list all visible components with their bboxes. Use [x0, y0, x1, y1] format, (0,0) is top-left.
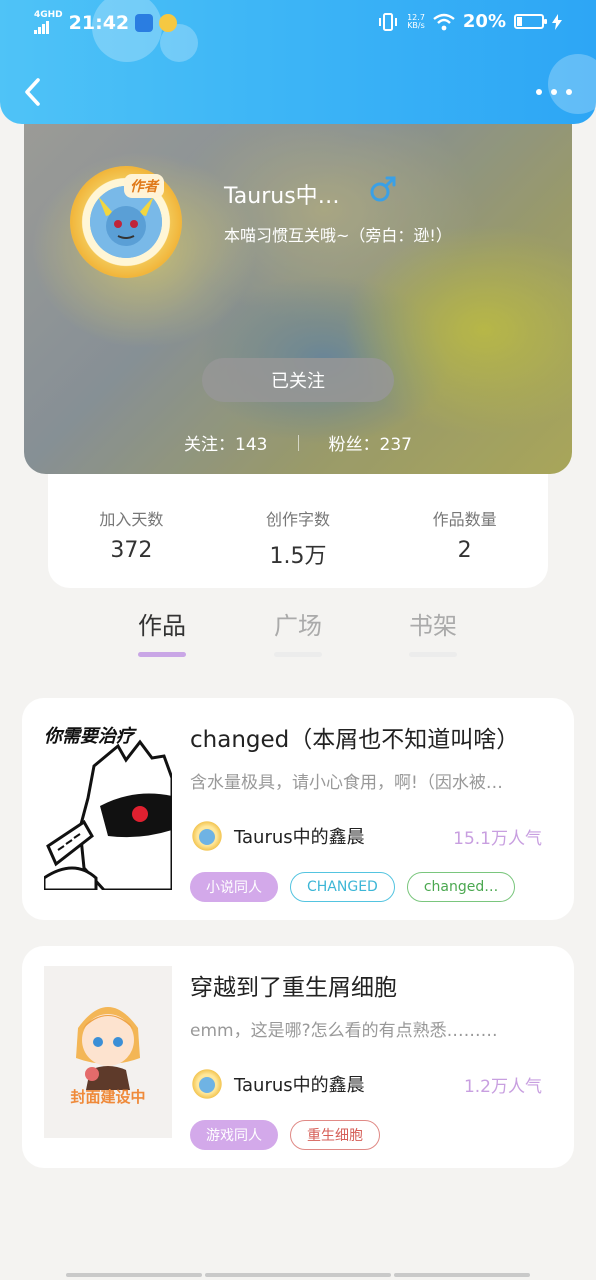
work-author[interactable]: Taurus中的鑫晨 15.1万人气 [190, 818, 542, 854]
author-avatar [190, 819, 224, 853]
work-author[interactable]: Taurus中的鑫晨 1.2万人气 [190, 1066, 542, 1102]
user-name: Taurus中… [224, 184, 340, 209]
tab-bookshelf[interactable]: 书架 [393, 606, 473, 657]
tab-bar: 作品 广场 书架 [0, 606, 596, 666]
author-name: Taurus中的鑫晨 [234, 827, 365, 848]
stat-days: 加入天数 372 [99, 510, 164, 563]
cover-placeholder-illustration [76, 1007, 140, 1090]
tag-list: 小说同人 CHANGED changed… [190, 872, 516, 902]
more-button[interactable] [536, 80, 572, 104]
tab-indicator [138, 652, 186, 657]
tag-list: 游戏同人 重生细胞 [190, 1120, 380, 1150]
home-indicator[interactable] [66, 1273, 202, 1277]
work-title[interactable]: changed（本屑也不知道叫啥） [190, 720, 519, 754]
more-dot-icon [536, 89, 542, 95]
cellular-signal-icon: 4GHD [34, 11, 63, 34]
battery-percent: 20% [462, 11, 506, 32]
work-card[interactable]: 封面建设中 穿越到了重生屑细胞 emm，这是哪?怎么看的有点熟悉……… Taur… [22, 946, 574, 1168]
tab-square[interactable]: 广场 [258, 606, 338, 657]
wifi-icon [433, 13, 455, 30]
work-cover[interactable]: 封面建设中 [44, 966, 172, 1138]
work-title[interactable]: 穿越到了重生屑细胞 [190, 968, 397, 1002]
more-dot-icon [566, 89, 572, 95]
popularity-count: 15.1万人气 [453, 828, 542, 849]
network-speed: 12.7 KB/s [407, 12, 425, 30]
vibrate-icon [379, 12, 398, 31]
tag-chip[interactable]: 游戏同人 [190, 1120, 278, 1150]
work-description: emm，这是哪?怎么看的有点熟悉……… [190, 1021, 498, 1041]
stats-card: 加入天数 372 创作字数 1.5万 作品数量 2 [48, 470, 548, 588]
status-bar: 4GHD 21:42 12.7 KB/s 20% [0, 8, 596, 38]
followers-count[interactable]: 粉丝：237 [329, 430, 412, 455]
following-count[interactable]: 关注：143 [184, 430, 267, 455]
home-indicator[interactable] [205, 1273, 391, 1277]
battery-icon [514, 14, 547, 29]
back-button[interactable] [18, 74, 50, 110]
chevron-left-icon [25, 78, 40, 106]
home-indicator[interactable] [394, 1273, 530, 1277]
work-cover[interactable]: 你需要治疗 [44, 718, 172, 890]
tag-chip[interactable]: changed… [406, 872, 516, 902]
author-avatar [190, 1067, 224, 1101]
charging-icon [552, 13, 562, 30]
cover-placeholder-text: 封面建设中 [70, 1088, 146, 1106]
author-badge: 作者 [124, 174, 164, 198]
tab-indicator [409, 652, 457, 657]
work-description: 含水量极具，请小心食用，啊!（因水被… [190, 773, 503, 793]
stat-works: 作品数量 2 [432, 510, 497, 563]
cover-title: 你需要治疗 [44, 726, 134, 747]
network-type: 4GHD [34, 10, 63, 20]
divider [297, 434, 299, 451]
avatar[interactable]: 作者 [66, 160, 186, 280]
clock: 21:42 [68, 11, 130, 34]
emoji-notification-icon [159, 13, 178, 32]
tag-chip[interactable]: 小说同人 [190, 872, 278, 902]
tab-indicator [274, 652, 322, 657]
profile-card: 作者 Taurus中… 本喵习惯互关哦~（旁白：逊!） 已关注 关注：143 粉… [24, 100, 572, 474]
follow-stats: 关注：143 粉丝：237 [24, 430, 572, 455]
follow-button[interactable]: 已关注 [202, 358, 394, 402]
male-icon [370, 176, 396, 202]
popularity-count: 1.2万人气 [463, 1076, 542, 1097]
user-bio: 本喵习惯互关哦~（旁白：逊!） [224, 226, 452, 245]
author-name: Taurus中的鑫晨 [234, 1075, 365, 1096]
top-header: 4GHD 21:42 12.7 KB/s 20% [0, 0, 596, 124]
tag-chip[interactable]: CHANGED [290, 872, 395, 902]
stat-words: 创作字数 1.5万 [266, 510, 331, 569]
tab-works[interactable]: 作品 [122, 606, 202, 657]
work-card[interactable]: 你需要治疗 changed（本屑也不知道叫啥） 含水量极具，请小心食用，啊!（因… [22, 698, 574, 920]
app-notification-icon [135, 13, 154, 32]
tag-chip[interactable]: 重生细胞 [290, 1120, 380, 1150]
more-dot-icon [551, 89, 557, 95]
